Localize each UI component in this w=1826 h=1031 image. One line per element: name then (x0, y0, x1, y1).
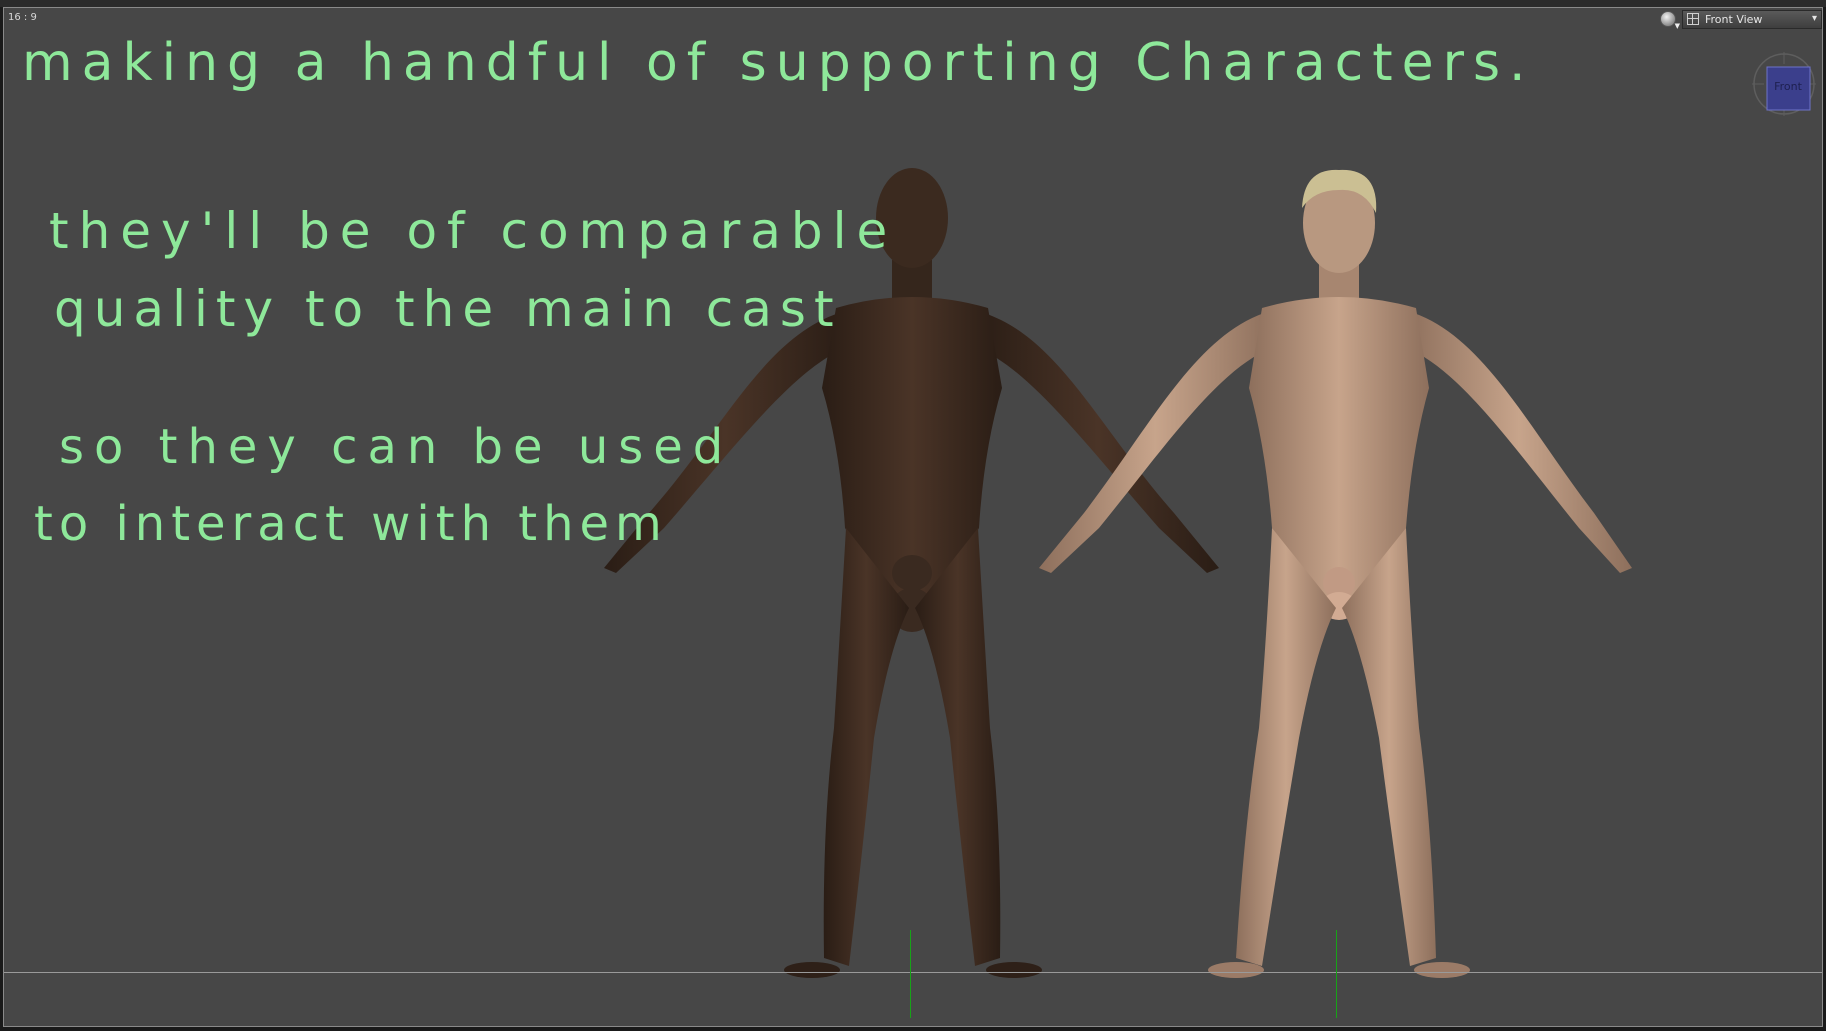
axis-line-light-figure (1336, 930, 1337, 1018)
window-top-strip (0, 0, 1826, 7)
ground-plane-line (4, 972, 1822, 973)
character-figure-light[interactable] (1039, 169, 1632, 978)
scene-figures (604, 168, 1632, 978)
character-figure-dark[interactable] (604, 168, 1219, 978)
3d-viewport[interactable]: 16 : 9 ▼ Front View ▾ Front making a han… (3, 7, 1823, 1027)
axis-line-dark-figure (910, 930, 911, 1018)
